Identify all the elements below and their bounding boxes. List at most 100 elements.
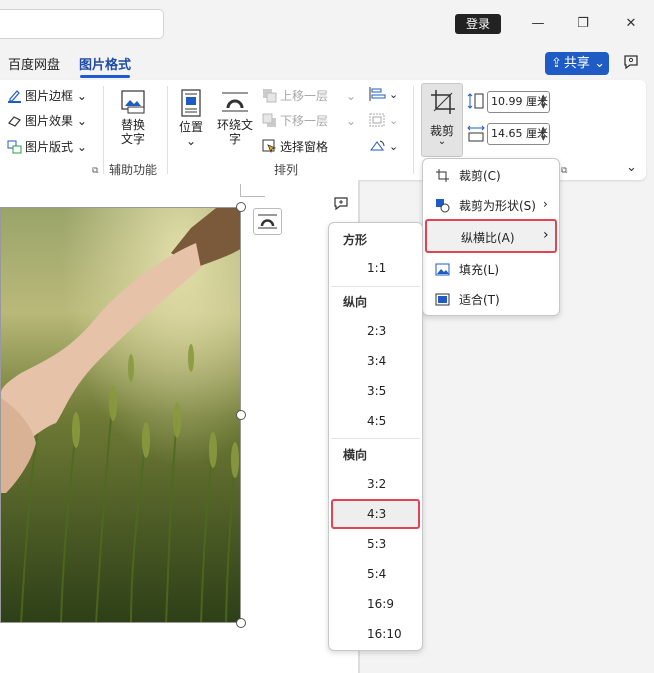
- crop-icon: [435, 168, 450, 186]
- layout-icon: [7, 139, 22, 157]
- pen-icon: [7, 88, 22, 106]
- menu-divider: [331, 286, 420, 287]
- accessibility-group-label: 辅助功能: [109, 163, 158, 177]
- margin-mark: [241, 196, 265, 197]
- share-label: 共享: [563, 56, 590, 71]
- resize-handle[interactable]: [236, 410, 246, 420]
- selected-picture[interactable]: [0, 207, 241, 623]
- resize-handle[interactable]: [236, 202, 246, 212]
- aspect-option-16-9[interactable]: 16:9: [367, 597, 394, 611]
- wrap-text-icon: [215, 89, 255, 118]
- picture-layout-label: 图片版式: [25, 140, 74, 154]
- alt-text-label-1: 替换: [120, 118, 145, 132]
- crop-menu-label: 纵横比(A): [461, 231, 515, 245]
- fill-icon: [435, 262, 450, 280]
- effects-icon: [7, 113, 22, 131]
- restore-icon[interactable]: ❐: [571, 12, 595, 36]
- position-icon: [176, 89, 206, 120]
- crop-menu-label: 填充(L): [459, 263, 500, 277]
- comment-icon[interactable]: [622, 53, 640, 75]
- align-icon[interactable]: [368, 86, 388, 105]
- square-header: 方形: [343, 233, 368, 247]
- tab-baidu-netdisk[interactable]: 百度网盘: [8, 54, 60, 73]
- layout-options-button[interactable]: [253, 208, 282, 235]
- chevron-down-icon: ⌄: [346, 89, 357, 103]
- crop-menu-item-crop[interactable]: 裁剪(C): [435, 167, 501, 186]
- crop-menu-label: 裁剪为形状(S): [459, 199, 536, 213]
- separator: [413, 86, 414, 174]
- minimize-icon[interactable]: —: [526, 12, 550, 36]
- width-spinner-icon[interactable]: ▲ ▼: [541, 125, 546, 143]
- wrap-text-label-1: 环绕文: [216, 118, 253, 132]
- send-backward-button[interactable]: 下移一层: [262, 112, 328, 131]
- crop-menu-label: 裁剪(C): [459, 169, 501, 183]
- aspect-option-5-4[interactable]: 5:4: [367, 567, 386, 581]
- aspect-option-5-3[interactable]: 5:3: [367, 537, 386, 551]
- bring-forward-label: 上移一层: [280, 89, 329, 103]
- crop-menu-item-fit[interactable]: 适合(T): [435, 291, 500, 310]
- resize-handle[interactable]: [236, 618, 246, 628]
- aspect-option-16-10[interactable]: 16:10: [367, 627, 402, 641]
- send-backward-label: 下移一层: [280, 114, 329, 128]
- aspect-ratio-menu: 方形 1:1 纵向 2:3 3:4 3:5 4:5 横向 3:2 4:3 5:3…: [328, 222, 423, 651]
- dialog-launcher-icon[interactable]: ⧉: [561, 166, 567, 176]
- crop-menu-item-aspect-ratio[interactable]: 纵横比(A) ›: [425, 219, 557, 253]
- close-icon[interactable]: ✕: [619, 12, 643, 36]
- crop-button[interactable]: 裁剪 ⌄: [421, 83, 463, 157]
- chevron-down-icon: ⌄: [185, 134, 197, 148]
- crop-menu-item-fill[interactable]: 填充(L): [435, 261, 499, 280]
- wrap-text-label-2: 字: [228, 132, 241, 146]
- aspect-option-2-3[interactable]: 2:3: [367, 324, 386, 338]
- width-icon: [467, 125, 485, 146]
- rotate-icon[interactable]: [368, 138, 388, 157]
- portrait-header: 纵向: [343, 295, 368, 309]
- aspect-option-3-5[interactable]: 3:5: [367, 384, 386, 398]
- search-box[interactable]: [0, 9, 164, 39]
- picture-effects-label: 图片效果: [25, 114, 74, 128]
- chevron-down-icon: ⌄: [389, 140, 399, 153]
- height-input[interactable]: 10.99 厘米 ▲ ▼: [487, 91, 550, 113]
- shape-icon: [435, 198, 450, 216]
- picture-effects-button[interactable]: 图片效果 ⌄: [7, 112, 87, 131]
- chevron-down-icon: ⌄: [594, 56, 605, 71]
- wheat-field-photo: [1, 208, 240, 622]
- landscape-header: 横向: [343, 448, 368, 462]
- width-input[interactable]: 14.65 厘米 ▲ ▼: [487, 123, 550, 145]
- add-comment-icon[interactable]: [333, 196, 349, 215]
- collapse-ribbon-icon[interactable]: ⌄: [626, 160, 637, 175]
- aspect-option-label: 4:3: [367, 507, 387, 521]
- aspect-option-4-3[interactable]: 4:3: [331, 499, 420, 529]
- height-spinner-icon[interactable]: ▲ ▼: [541, 93, 546, 111]
- aspect-option-3-4[interactable]: 3:4: [367, 354, 386, 368]
- height-icon: [467, 92, 485, 113]
- aspect-option-1-1[interactable]: 1:1: [367, 261, 386, 275]
- selection-pane-icon: [262, 139, 277, 157]
- login-button[interactable]: 登录: [455, 14, 501, 34]
- share-button[interactable]: ⇪ 共享 ⌄: [545, 52, 609, 75]
- picture-layout-button[interactable]: 图片版式 ⌄: [7, 138, 87, 157]
- wrap-text-button[interactable]: 环绕文 字: [215, 89, 255, 146]
- separator: [103, 86, 104, 174]
- bring-forward-icon: [262, 88, 277, 106]
- aspect-option-3-2[interactable]: 3:2: [367, 477, 386, 491]
- chevron-right-icon: ›: [543, 197, 548, 211]
- group-icon[interactable]: [368, 112, 388, 131]
- alt-text-label-2: 文字: [120, 132, 145, 146]
- bring-forward-button[interactable]: 上移一层: [262, 87, 328, 106]
- active-tab-indicator: [80, 75, 130, 78]
- alt-text-icon: [114, 89, 152, 118]
- position-button[interactable]: 位置 ⌄: [176, 89, 206, 148]
- alt-text-button[interactable]: 替换 文字: [114, 89, 152, 146]
- selection-pane-label: 选择窗格: [280, 140, 329, 154]
- crop-menu-label: 适合(T): [459, 293, 500, 307]
- selection-pane-button[interactable]: 选择窗格: [262, 138, 328, 157]
- arrange-group-label: 排列: [274, 163, 299, 177]
- picture-border-button[interactable]: 图片边框 ⌄: [7, 87, 87, 106]
- crop-menu-item-crop-to-shape[interactable]: 裁剪为形状(S): [435, 197, 536, 216]
- dialog-launcher-icon[interactable]: ⧉: [92, 166, 98, 176]
- tab-picture-format[interactable]: 图片格式: [79, 54, 131, 73]
- send-backward-icon: [262, 113, 277, 131]
- aspect-option-4-5[interactable]: 4:5: [367, 414, 386, 428]
- crop-menu: 裁剪(C) 裁剪为形状(S) › 纵横比(A) › 填充(L) 适合(T): [422, 158, 560, 316]
- layout-options-icon: [258, 214, 277, 229]
